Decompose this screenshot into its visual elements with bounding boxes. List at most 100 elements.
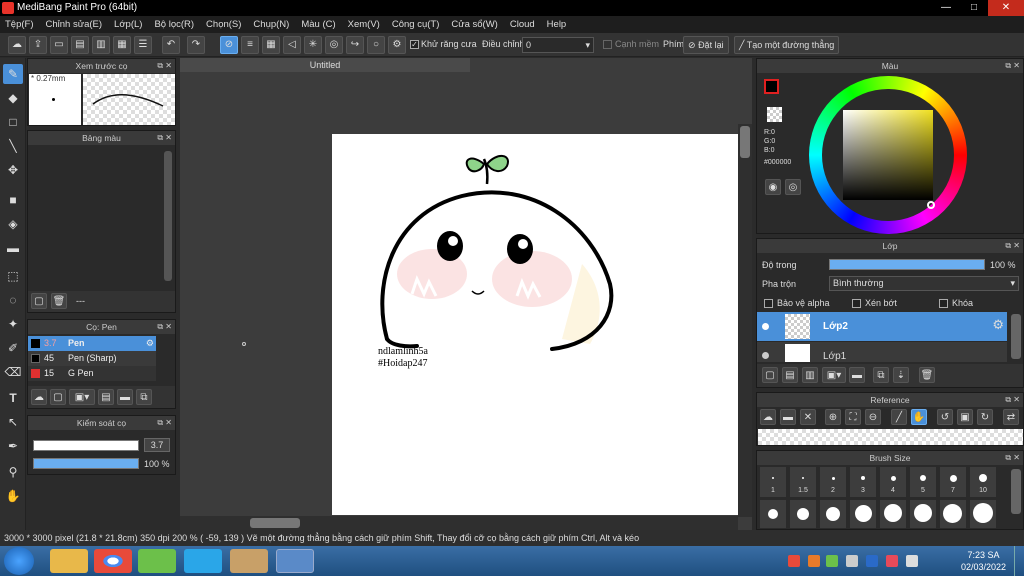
trash-icon[interactable]: 🗑 bbox=[51, 293, 67, 309]
menu-window[interactable]: Cửa sổ(W) bbox=[451, 19, 497, 30]
share-icon[interactable]: ⇪ bbox=[29, 36, 47, 54]
hand-icon[interactable]: ✋ bbox=[911, 409, 927, 425]
palette-scrollbar[interactable] bbox=[164, 151, 172, 281]
color-wheel[interactable] bbox=[809, 76, 967, 234]
open-folder-icon[interactable]: ▬ bbox=[780, 409, 796, 425]
menu-color[interactable]: Màu (C) bbox=[301, 19, 335, 30]
menu-view[interactable]: Xem(V) bbox=[348, 19, 380, 30]
antialias-checkbox[interactable]: ✓ bbox=[410, 40, 419, 49]
tray-app-icon[interactable] bbox=[808, 555, 820, 567]
app-green-icon[interactable] bbox=[138, 549, 176, 573]
layer-opacity-slider[interactable] bbox=[829, 259, 985, 270]
brush-item-pen[interactable]: 3.7 Pen ⚙ bbox=[28, 336, 156, 351]
gear-icon[interactable]: ⚙ bbox=[992, 317, 1004, 333]
rotate-left-icon[interactable]: ↺ bbox=[937, 409, 953, 425]
rect-select-tool-icon[interactable]: □ bbox=[3, 112, 23, 132]
saturation-value-square[interactable] bbox=[843, 110, 933, 200]
cloud-ref-icon[interactable]: ☁ bbox=[760, 409, 776, 425]
dropper-icon[interactable]: ╱ bbox=[891, 409, 907, 425]
brush-settings-icon[interactable]: ▤ bbox=[98, 389, 114, 405]
close-button[interactable]: ✕ bbox=[988, 0, 1024, 16]
menu-filter[interactable]: Bộ lọc(R) bbox=[154, 19, 194, 30]
layer-row-layer2[interactable]: Lớp2 ⚙ bbox=[757, 312, 1007, 341]
brush-tool-icon[interactable]: ✎ bbox=[3, 64, 23, 84]
blend-mode-select[interactable]: Bình thường ▾ bbox=[829, 276, 1019, 291]
concentric-snap-icon[interactable]: ◎ bbox=[325, 36, 343, 54]
select-pen-tool-icon[interactable]: ✐ bbox=[3, 338, 23, 358]
brush-size-cell[interactable] bbox=[790, 500, 816, 528]
panel-close-icon[interactable]: ⧉ ✕ bbox=[1005, 393, 1020, 407]
brush-item-g-pen[interactable]: 15 G Pen bbox=[28, 366, 156, 381]
panel-close-icon[interactable]: ⧉ ✕ bbox=[157, 59, 172, 73]
add-brush-icon[interactable]: ▣▾ bbox=[69, 389, 95, 405]
actual-size-icon[interactable]: ▣ bbox=[957, 409, 973, 425]
eraser-tool-icon[interactable]: ◆ bbox=[3, 88, 23, 108]
canvas-horizontal-scrollbar[interactable] bbox=[180, 516, 738, 530]
text-tool-icon[interactable]: T bbox=[3, 388, 23, 408]
brush-size-cell[interactable] bbox=[910, 500, 936, 528]
brush-size-cell[interactable] bbox=[880, 500, 906, 528]
antivirus-tray-icon[interactable] bbox=[788, 555, 800, 567]
undo-icon[interactable]: ↶ bbox=[162, 36, 180, 54]
menu-tools[interactable]: Công cụ(T) bbox=[392, 19, 440, 30]
zoom-out-icon[interactable]: ⊖ bbox=[865, 409, 881, 425]
menu-file[interactable]: Tệp(F) bbox=[5, 19, 34, 30]
brush-size-cell[interactable] bbox=[970, 500, 996, 528]
tray-device-icon[interactable] bbox=[846, 555, 858, 567]
operation-tool-icon[interactable]: ↖ bbox=[3, 412, 23, 432]
document-icon[interactable]: ▥ bbox=[92, 36, 110, 54]
add-layer-dropdown-icon[interactable]: ▣▾ bbox=[822, 367, 846, 383]
layer-row-layer1[interactable]: Lớp1 bbox=[757, 342, 1007, 362]
panel-close-icon[interactable]: ⧉ ✕ bbox=[1005, 451, 1020, 465]
list-icon[interactable]: ☰ bbox=[134, 36, 152, 54]
minimize-button[interactable]: — bbox=[932, 0, 960, 16]
fit-icon[interactable]: ⛶ bbox=[845, 409, 861, 425]
vertical-scroll-thumb[interactable] bbox=[740, 126, 750, 158]
brush-size-cell[interactable]: 2 bbox=[820, 467, 846, 497]
parallel-snap-icon[interactable]: ≡ bbox=[241, 36, 259, 54]
new-layer-icon[interactable]: ▢ bbox=[762, 367, 778, 383]
skype-icon[interactable] bbox=[184, 549, 222, 573]
system-clock[interactable]: 7:23 SA 02/03/2022 bbox=[961, 549, 1006, 573]
show-desktop-button[interactable] bbox=[1014, 546, 1024, 576]
copy-icon[interactable]: ⧉ bbox=[136, 389, 152, 405]
protect-alpha-checkbox[interactable] bbox=[764, 299, 773, 308]
menu-cloud[interactable]: Cloud bbox=[510, 19, 535, 30]
eye-icon[interactable] bbox=[762, 352, 769, 359]
menu-snap[interactable]: Chụp(N) bbox=[253, 19, 289, 30]
layer-scrollbar[interactable] bbox=[1011, 314, 1021, 359]
size-value[interactable]: 3.7 bbox=[144, 438, 170, 452]
panel-close-icon[interactable]: ⧉ ✕ bbox=[157, 320, 172, 334]
comment-icon[interactable]: ▭ bbox=[50, 36, 68, 54]
gradient-tool-icon[interactable]: ▬ bbox=[3, 238, 23, 258]
brush-size-cell[interactable] bbox=[850, 500, 876, 528]
rotate-right-icon[interactable]: ↻ bbox=[977, 409, 993, 425]
duplicate-layer-icon[interactable]: ⧉ bbox=[873, 367, 889, 383]
redo-icon[interactable]: ↷ bbox=[187, 36, 205, 54]
curve-snap-icon[interactable]: ↪ bbox=[346, 36, 364, 54]
grid-doc-icon[interactable]: ▦ bbox=[113, 36, 131, 54]
brush-size-cell[interactable]: 1.5 bbox=[790, 467, 816, 497]
medibang-taskbar-icon[interactable] bbox=[276, 549, 314, 573]
trash-icon[interactable]: 🗑 bbox=[919, 367, 935, 383]
brush-size-cell[interactable]: 1 bbox=[760, 467, 786, 497]
start-button[interactable] bbox=[4, 547, 34, 575]
close-icon[interactable]: ✕ bbox=[800, 409, 816, 425]
reset-button[interactable]: ⊘ Đặt lại bbox=[683, 36, 729, 54]
dropper-tool-icon[interactable]: ✒ bbox=[3, 436, 23, 456]
brush-size-cell[interactable] bbox=[940, 500, 966, 528]
size-slider[interactable] bbox=[33, 440, 139, 451]
hand-tool-icon[interactable]: ✋ bbox=[3, 486, 23, 506]
merge-layer-icon[interactable]: ⇣ bbox=[893, 367, 909, 383]
paint-icon[interactable] bbox=[230, 549, 268, 573]
settings-icon[interactable]: ⚙ bbox=[388, 36, 406, 54]
straight-line-button[interactable]: ╱ Tạo một đường thẳng bbox=[734, 36, 840, 54]
file-explorer-icon[interactable] bbox=[50, 549, 88, 573]
magic-wand-tool-icon[interactable]: ✦ bbox=[3, 314, 23, 334]
grid-snap-icon[interactable]: ▦ bbox=[262, 36, 280, 54]
brush-size-cell[interactable] bbox=[760, 500, 786, 528]
line-tool-icon[interactable]: ╲ bbox=[3, 136, 23, 156]
brush-size-cell[interactable]: 3 bbox=[850, 467, 876, 497]
tray-blue-icon[interactable] bbox=[866, 555, 878, 567]
menu-layer[interactable]: Lớp(L) bbox=[114, 19, 142, 30]
